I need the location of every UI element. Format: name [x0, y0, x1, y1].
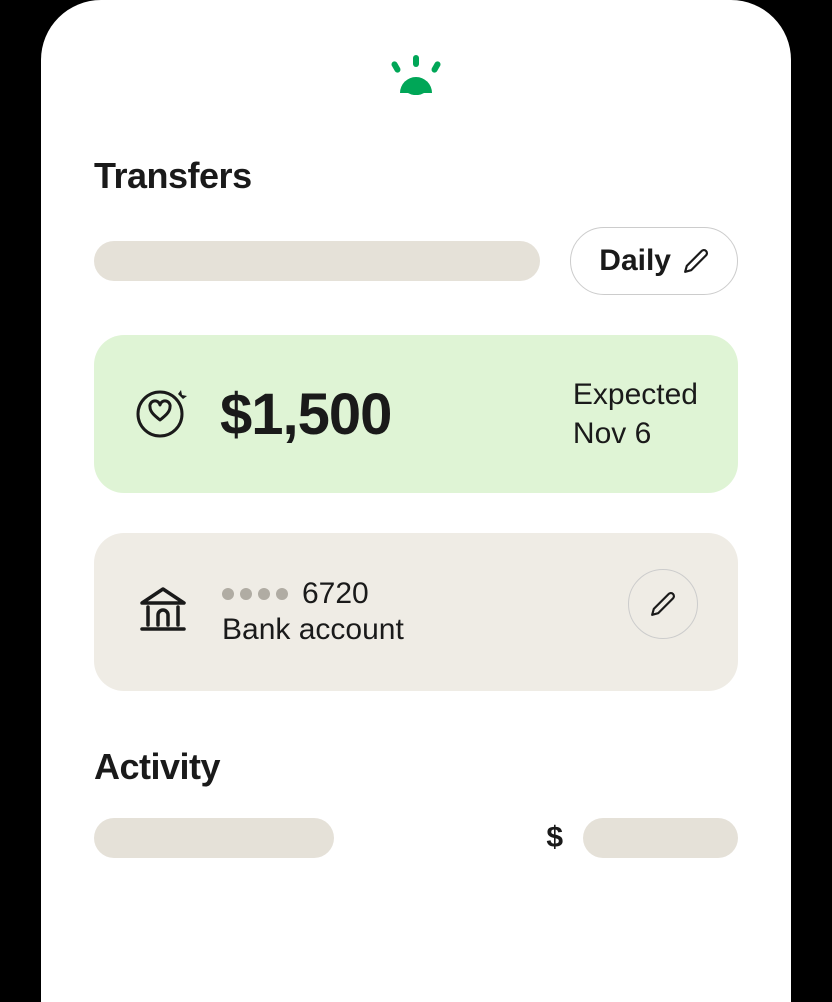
- heart-target-icon: [134, 384, 190, 445]
- sunrise-icon: [386, 55, 446, 95]
- pencil-icon: [650, 591, 676, 617]
- bank-account-label: Bank account: [222, 613, 404, 647]
- expected-label: Expected: [573, 375, 698, 414]
- account-last4: 6720: [302, 577, 369, 611]
- expected-block: Expected Nov 6: [573, 375, 698, 453]
- frequency-label: Daily: [599, 244, 671, 278]
- bank-account-card: 6720 Bank account: [94, 533, 738, 691]
- pencil-icon: [683, 248, 709, 274]
- placeholder-bar: [583, 818, 738, 858]
- transfer-amount: $1,500: [220, 381, 391, 448]
- placeholder-bar: [94, 241, 540, 281]
- activity-title: Activity: [94, 746, 738, 788]
- placeholder-bar: [94, 818, 334, 858]
- frequency-row: Daily: [94, 227, 738, 295]
- expected-date: Nov 6: [573, 414, 698, 453]
- activity-row: $: [94, 818, 738, 858]
- account-number-row: 6720: [222, 577, 404, 611]
- phone-frame: Transfers Daily $1,500 Expected Nov 6: [41, 0, 791, 1002]
- app-logo: [94, 55, 738, 95]
- currency-symbol: $: [546, 821, 563, 855]
- transfer-amount-card: $1,500 Expected Nov 6: [94, 335, 738, 493]
- edit-bank-button[interactable]: [628, 569, 698, 639]
- bank-info: 6720 Bank account: [222, 577, 404, 647]
- activity-section: Activity $: [94, 746, 738, 858]
- bank-icon: [134, 581, 192, 644]
- frequency-chip[interactable]: Daily: [570, 227, 738, 295]
- masked-dots: [222, 588, 288, 600]
- transfers-title: Transfers: [94, 155, 738, 197]
